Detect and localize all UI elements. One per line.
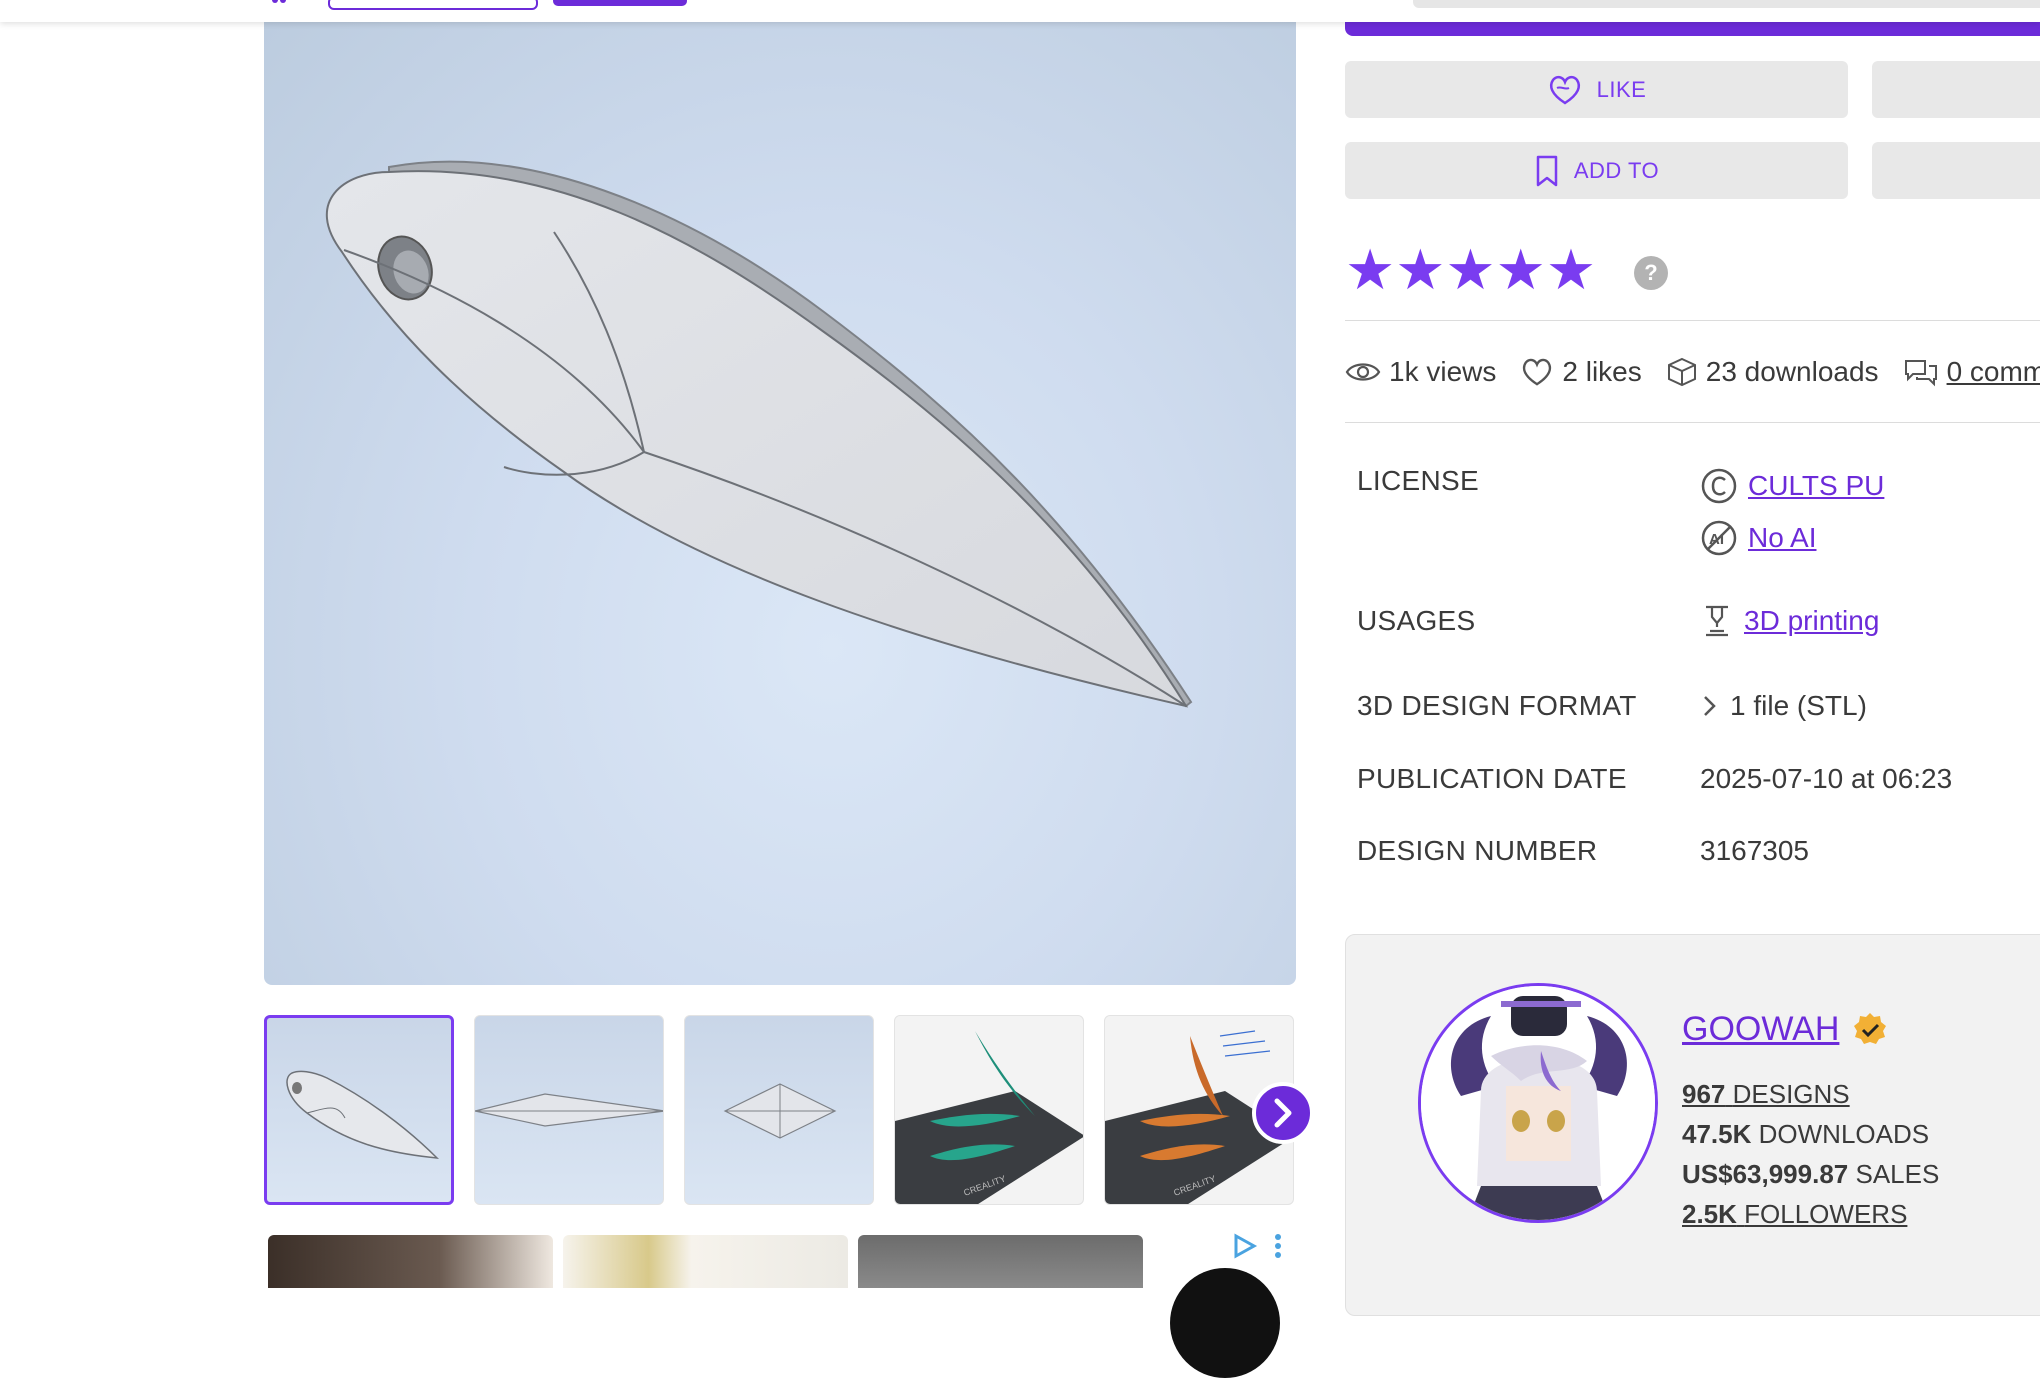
rating-help-icon[interactable]: ?: [1634, 256, 1668, 290]
add-to-button[interactable]: ADD TO: [1345, 142, 1848, 199]
creator-sales-amount: US$63,999.87: [1682, 1159, 1849, 1189]
svg-text:AI: AI: [1709, 531, 1724, 548]
no-ai-link[interactable]: No AI: [1748, 522, 1816, 554]
thumbnail-4-image: CREALITY: [895, 1031, 1083, 1204]
creator-sales-label: SALES: [1855, 1159, 1940, 1189]
copyright-icon: [1701, 468, 1737, 504]
usages-value: 3D printing: [1700, 603, 1879, 639]
comments-icon: [1904, 360, 1937, 387]
license-value: CULTS PU: [1700, 467, 1884, 505]
license-label: LICENSE: [1357, 465, 1479, 496]
creator-downloads-label: DOWNLOADS: [1758, 1119, 1930, 1149]
format-value[interactable]: 1 file (STL): [1700, 690, 1867, 722]
ad-card-2[interactable]: [563, 1235, 848, 1288]
ad-card-1[interactable]: [268, 1235, 553, 1288]
header-search-bar[interactable]: [1413, 0, 2040, 8]
ad-banner[interactable]: [268, 1235, 1148, 1288]
format-label: 3D DESIGN FORMAT: [1357, 690, 1637, 721]
creator-followers-label: FOLLOWERS: [1744, 1199, 1908, 1229]
secondary-action-button-2[interactable]: [1872, 142, 2040, 199]
creator-sales: US$63,999.87 SALES: [1682, 1159, 1939, 1190]
thumbnail-2-image: [475, 1093, 663, 1127]
printer-icon: [1706, 605, 1728, 637]
views-text: 1k views: [1389, 356, 1497, 387]
thumbnail-next-button[interactable]: [1252, 1082, 1314, 1144]
thumbnail-1-image: [286, 1070, 440, 1159]
like-label: LIKE: [1596, 76, 1647, 102]
ad-card-3[interactable]: [858, 1235, 1143, 1288]
header-primary-button[interactable]: [553, 0, 687, 6]
comments-stat[interactable]: 0 comm: [1903, 356, 2040, 388]
creator-designs-count: 967: [1682, 1079, 1726, 1109]
avatar[interactable]: [1418, 983, 1658, 1223]
bookmark-icon: [1536, 155, 1558, 186]
secondary-action-button[interactable]: [1872, 61, 2040, 118]
ad-choices-icon[interactable]: [1232, 1232, 1292, 1262]
usages-link[interactable]: 3D printing: [1744, 605, 1879, 637]
thumbnail-strip: CREALITY CREALITY: [264, 1015, 1314, 1207]
creator-downloads-count: 47.5K: [1682, 1119, 1752, 1149]
ai-value: AI No AI: [1700, 519, 1816, 557]
rating-stars[interactable]: ★★★★★: [1345, 238, 1597, 303]
divider: [1345, 320, 2040, 321]
thumbnail-2[interactable]: [474, 1015, 664, 1205]
views-stat: 1k views: [1345, 356, 1496, 388]
top-header: [0, 0, 2040, 22]
header-outline-button[interactable]: [328, 0, 538, 10]
date-label: PUBLICATION DATE: [1357, 763, 1627, 794]
creator-followers-count: 2.5K: [1682, 1199, 1737, 1229]
design-number-label: DESIGN NUMBER: [1357, 835, 1598, 866]
creator-designs[interactable]: 967 DESIGNS: [1682, 1079, 1850, 1110]
usages-label: USAGES: [1357, 605, 1476, 636]
creator-followers[interactable]: 2.5K FOLLOWERS: [1682, 1199, 1907, 1230]
comments-link[interactable]: 0 comm: [1947, 356, 2040, 388]
no-ai-icon: AI: [1701, 520, 1737, 556]
creator-designs-label: DESIGNS: [1732, 1079, 1850, 1109]
ad-avatar[interactable]: [1170, 1268, 1280, 1378]
thumbnail-4[interactable]: CREALITY: [894, 1015, 1084, 1205]
main-model-image[interactable]: [264, 22, 1296, 985]
thumbnail-3-image: [723, 1083, 837, 1139]
likes-text: 2 likes: [1562, 356, 1642, 387]
heart-icon: [1523, 358, 1552, 386]
eye-icon: [1345, 363, 1381, 381]
license-link[interactable]: CULTS PU: [1748, 470, 1884, 502]
design-number-value: 3167305: [1700, 835, 1810, 866]
box-icon: [1667, 357, 1696, 387]
chevron-right-icon: [1274, 1098, 1292, 1128]
creator-name: GOOWAH: [1682, 1010, 1840, 1048]
divider: [1345, 422, 2040, 423]
format-text: 1 file (STL): [1730, 690, 1867, 721]
creator-name-link[interactable]: GOOWAH: [1682, 1010, 1889, 1049]
verified-badge-icon: [1854, 1012, 1887, 1044]
knife-model-render: [325, 160, 1193, 708]
chevron-right-icon: [1704, 696, 1716, 716]
likes-stat: 2 likes: [1520, 356, 1642, 388]
rating-stars-text: ★★★★★: [1345, 238, 1597, 303]
downloads-stat: 23 downloads: [1666, 356, 1879, 388]
heart-icon: [1549, 75, 1580, 104]
date-value: 2025-07-10 at 06:23: [1700, 763, 1953, 794]
creator-downloads: 47.5K DOWNLOADS: [1682, 1119, 1929, 1150]
thumbnail-1[interactable]: [264, 1015, 454, 1205]
thumbnail-3[interactable]: [684, 1015, 874, 1205]
add-to-label: ADD TO: [1573, 157, 1660, 183]
downloads-text: 23 downloads: [1705, 356, 1879, 387]
avatar-image: [1421, 986, 1655, 1220]
header-icon[interactable]: [268, 0, 290, 6]
stats-row: 1k views 2 likes 23 downloads 0 comm: [1345, 350, 2040, 394]
like-button[interactable]: LIKE: [1345, 61, 1848, 118]
